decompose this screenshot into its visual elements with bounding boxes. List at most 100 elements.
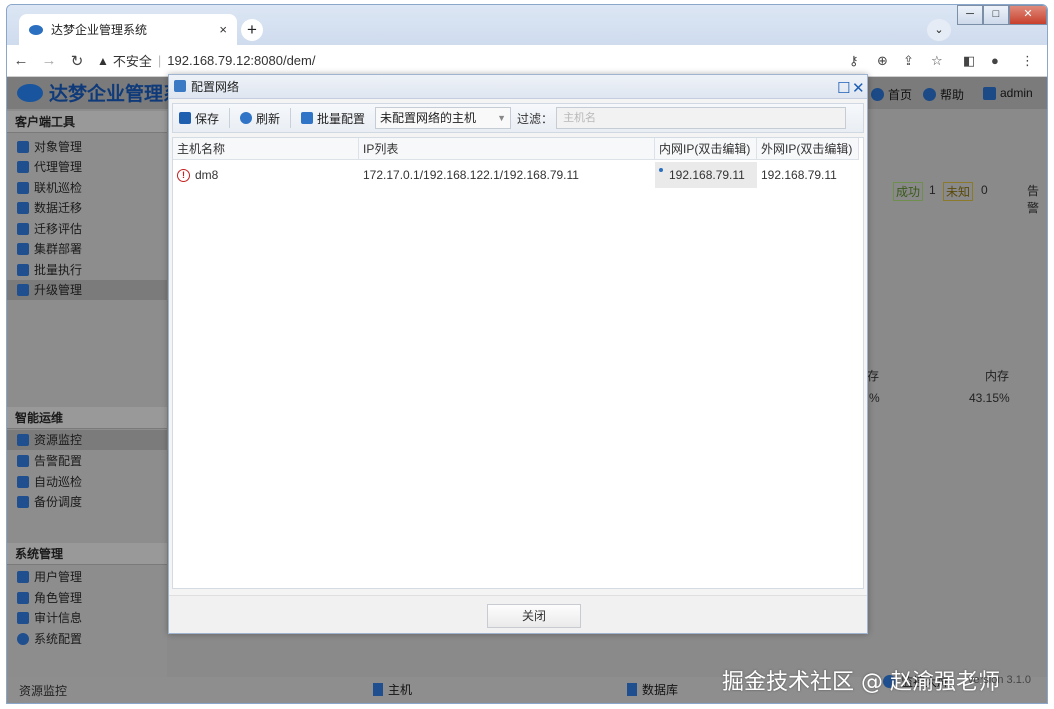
save-button[interactable]: 保存 bbox=[179, 110, 219, 127]
watermark-text: 掘金技术社区 @ 赵渝强老师 bbox=[722, 670, 1000, 695]
network-icon bbox=[174, 80, 186, 92]
sidebar-item-roles[interactable]: 角色管理 bbox=[17, 588, 82, 608]
tab-host[interactable]: 主机 bbox=[373, 681, 412, 698]
edit-icon bbox=[301, 112, 314, 124]
home-icon bbox=[871, 88, 884, 101]
refresh-button[interactable]: 刷新 bbox=[240, 110, 280, 127]
new-tab-button[interactable]: + bbox=[241, 19, 263, 41]
sidebar-item-alert[interactable]: 告警配置 bbox=[17, 451, 82, 471]
col-inner-ip[interactable]: 内网IP(双击编辑) bbox=[655, 138, 757, 160]
bell-icon bbox=[17, 455, 29, 467]
sidebar-item-upgrade[interactable]: 升级管理 bbox=[7, 280, 167, 300]
cell-outer-ip[interactable]: 192.168.79.11 bbox=[757, 162, 859, 188]
menu-icon[interactable]: ⋮ bbox=[1021, 53, 1034, 69]
dialog-title: 配置网络 bbox=[191, 80, 240, 94]
batch-icon bbox=[17, 264, 29, 276]
users-icon bbox=[17, 571, 29, 583]
favicon-icon bbox=[29, 24, 43, 35]
tab-title: 达梦企业管理系统 bbox=[51, 23, 148, 37]
memory-label: 内存 bbox=[985, 369, 1010, 383]
sidebar-item-inspect[interactable]: 联机巡检 bbox=[17, 178, 82, 198]
edited-marker-icon bbox=[659, 168, 663, 172]
migrate-icon bbox=[17, 202, 29, 214]
sidebar-item-migrate[interactable]: 数据迁移 bbox=[17, 198, 82, 218]
sidebar: 客户端工具 对象管理 代理管理 联机巡检 数据迁移 迁移评估 集群部署 批量执行… bbox=[7, 109, 167, 684]
sidebar-item-object[interactable]: 对象管理 bbox=[17, 137, 82, 157]
user-icon bbox=[983, 86, 996, 100]
back-icon[interactable]: ← bbox=[7, 52, 35, 69]
sidebar-item-config[interactable]: 系统配置 bbox=[17, 629, 82, 649]
zoom-icon[interactable]: ⊕ bbox=[877, 53, 888, 69]
dialog-toolbar: 保存 刷新 批量配置 未配置网络的主机 ▼ 过滤： 主机名 bbox=[172, 103, 864, 133]
backup-icon bbox=[17, 496, 29, 508]
browser-tab[interactable]: 达梦企业管理系统 × bbox=[19, 14, 237, 45]
cell-ip-list[interactable]: 172.17.0.1/192.168.122.1/192.168.79.11 bbox=[359, 162, 655, 188]
cell-host[interactable]: ! dm8 bbox=[173, 162, 359, 188]
profile-icon[interactable]: ● bbox=[991, 53, 999, 68]
security-label: 不安全 bbox=[112, 54, 152, 69]
host-grid: 主机名称 IP列表 内网IP(双击编辑) 外网IP(双击编辑) ! dm8 172… bbox=[172, 137, 864, 589]
sidebar-item-users[interactable]: 用户管理 bbox=[17, 567, 82, 587]
close-button[interactable]: 关闭 bbox=[487, 604, 581, 628]
sidepanel-icon[interactable]: ◧ bbox=[963, 53, 975, 69]
unknown-badge: 未知 bbox=[943, 182, 974, 201]
close-window-button[interactable]: ✕ bbox=[1009, 5, 1047, 25]
section-system[interactable]: 系统管理 bbox=[7, 543, 167, 565]
home-link[interactable]: 首页 bbox=[871, 86, 912, 103]
sidebar-item-resource[interactable]: 资源监控 bbox=[7, 430, 167, 450]
key-icon[interactable]: ⚷ bbox=[849, 53, 859, 69]
address-bar: ← → ↻ ▲ 不安全 | 192.168.79.12:8080/dem/ ⚷ … bbox=[7, 45, 1047, 77]
batch-config-button[interactable]: 批量配置 bbox=[301, 110, 365, 127]
app-logo: 达梦企业管理系 bbox=[17, 79, 182, 106]
sidebar-item-backup[interactable]: 备份调度 bbox=[17, 492, 82, 512]
help-icon bbox=[923, 88, 936, 101]
url-field[interactable]: ▲ 不安全 | 192.168.79.12:8080/dem/ bbox=[97, 51, 315, 70]
sidebar-item-audit[interactable]: 审计信息 bbox=[17, 608, 82, 628]
sidebar-item-agent[interactable]: 代理管理 bbox=[17, 157, 82, 177]
filter-label: 过滤： bbox=[517, 111, 554, 126]
col-host[interactable]: 主机名称 bbox=[173, 138, 359, 160]
error-icon: ! bbox=[177, 169, 190, 183]
browser-window: 达梦企业管理系统 × + ⌄ ─ □ ✕ ← → ↻ ▲ 不安全 | 192.1… bbox=[6, 4, 1048, 704]
close-tab-icon[interactable]: × bbox=[219, 22, 227, 37]
close-dialog-icon[interactable]: ✕ bbox=[852, 77, 865, 101]
memory-value: 43.15% bbox=[969, 391, 1010, 405]
object-icon bbox=[17, 141, 29, 153]
user-link[interactable]: admin bbox=[983, 86, 1033, 100]
col-outer-ip[interactable]: 外网IP(双击编辑) bbox=[757, 138, 859, 160]
minimize-button[interactable]: ─ bbox=[957, 5, 983, 25]
star-icon[interactable]: ☆ bbox=[931, 53, 943, 69]
refresh-icon bbox=[240, 112, 253, 124]
cluster-icon bbox=[17, 243, 29, 255]
col-ip-list[interactable]: IP列表 bbox=[359, 138, 655, 160]
cell-inner-ip[interactable]: 192.168.79.11 bbox=[655, 162, 757, 188]
database-icon bbox=[627, 683, 637, 696]
section-ops[interactable]: 智能运维 bbox=[7, 407, 167, 429]
filter-input[interactable]: 主机名 bbox=[556, 107, 847, 129]
host-filter-select[interactable]: 未配置网络的主机 ▼ bbox=[375, 107, 512, 129]
alarm-label: 告警 bbox=[1027, 184, 1040, 215]
url-text: 192.168.79.12:8080/dem/ bbox=[167, 53, 316, 68]
share-icon[interactable]: ⇪ bbox=[903, 53, 914, 69]
sidebar-item-autocheck[interactable]: 自动巡检 bbox=[17, 472, 82, 492]
section-client-tools[interactable]: 客户端工具 bbox=[7, 111, 167, 133]
reload-icon[interactable]: ↻ bbox=[63, 52, 91, 70]
version-text: version 3.1.0 bbox=[968, 674, 1031, 686]
sidebar-item-cluster[interactable]: 集群部署 bbox=[17, 239, 82, 259]
unknown-count: 0 bbox=[981, 183, 988, 197]
chevron-down-icon: ▼ bbox=[497, 113, 507, 123]
maximize-dialog-icon[interactable]: ☐ bbox=[837, 77, 850, 101]
inspect-icon bbox=[17, 182, 29, 194]
dialog-title-bar: 配置网络 ☐ ✕ bbox=[169, 75, 867, 99]
success-count: 1 bbox=[929, 183, 936, 197]
server-icon bbox=[373, 683, 383, 696]
maximize-button[interactable]: □ bbox=[983, 5, 1009, 25]
tab-database[interactable]: 数据库 bbox=[627, 681, 678, 698]
forward-icon[interactable]: → bbox=[35, 52, 63, 69]
help-link[interactable]: 帮助 bbox=[923, 86, 964, 103]
sidebar-item-assess[interactable]: 迁移评估 bbox=[17, 219, 82, 239]
percent-fragment: % bbox=[869, 391, 880, 405]
col-fragment: 存 bbox=[867, 369, 880, 383]
sidebar-item-batch[interactable]: 批量执行 bbox=[17, 260, 82, 280]
chevron-down-icon[interactable]: ⌄ bbox=[927, 19, 951, 41]
